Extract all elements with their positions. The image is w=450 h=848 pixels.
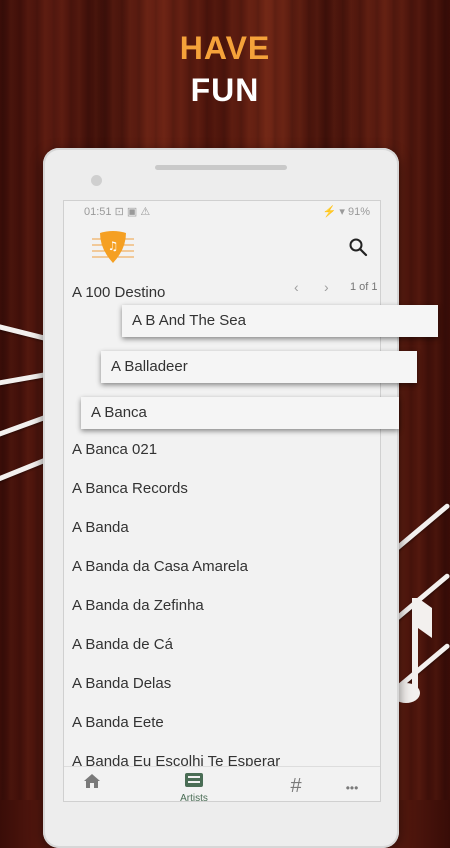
- bottom-navigation: Artists # •••: [64, 766, 380, 802]
- pagination: ‹ › 1 of 1: [294, 279, 380, 297]
- svg-text:♫: ♫: [108, 239, 119, 253]
- artist-list-item[interactable]: A Banda da Casa Amarela: [72, 558, 248, 575]
- search-icon[interactable]: [348, 237, 368, 257]
- nav-more[interactable]: •••: [332, 781, 372, 795]
- artist-list-item[interactable]: A Banca 021: [72, 441, 157, 458]
- artist-list-item[interactable]: A Banda de Cá: [72, 636, 173, 653]
- phone-camera: [91, 175, 102, 186]
- artist-list-item[interactable]: A Banca Records: [72, 480, 188, 497]
- app-screen: 01:51 ⊡ ▣ ⚠ ⚡ ▾ 91% ♫ ‹ › 1 of 1 A 100 D…: [63, 200, 381, 802]
- floating-artist-card[interactable]: A B And The Sea: [122, 305, 438, 337]
- floating-artist-card[interactable]: A Balladeer: [101, 351, 417, 383]
- status-indicators: ⚡ ▾ 91%: [322, 206, 370, 218]
- artist-list-item[interactable]: A Banda Eete: [72, 714, 164, 731]
- home-icon: [84, 774, 100, 788]
- phone-speaker: [155, 165, 287, 170]
- status-bar: 01:51 ⊡ ▣ ⚠ ⚡ ▾ 91%: [64, 201, 380, 221]
- prev-page-button[interactable]: ‹: [294, 279, 299, 295]
- nav-artists[interactable]: Artists: [174, 773, 214, 802]
- promo-line-1: HAVE: [179, 30, 271, 66]
- nav-artists-label: Artists: [180, 793, 208, 802]
- promo-line-2: FUN: [190, 72, 260, 108]
- artist-list-item[interactable]: A Banda Delas: [72, 675, 171, 692]
- next-page-button[interactable]: ›: [324, 279, 329, 295]
- status-time: 01:51 ⊡ ▣ ⚠: [84, 206, 151, 218]
- artist-list-item[interactable]: A 100 Destino: [72, 284, 165, 301]
- keyboard-icon: [185, 773, 203, 787]
- artist-list-item[interactable]: A Banda da Zefinha: [72, 597, 204, 614]
- guitar-pick-music-icon: ♫: [92, 231, 134, 263]
- floating-artist-card[interactable]: A Banca: [81, 397, 399, 429]
- nav-home[interactable]: [72, 773, 112, 794]
- nav-hash[interactable]: #: [276, 775, 316, 798]
- artist-list-item[interactable]: A Banda: [72, 519, 129, 536]
- page-count: 1 of 1: [350, 281, 378, 293]
